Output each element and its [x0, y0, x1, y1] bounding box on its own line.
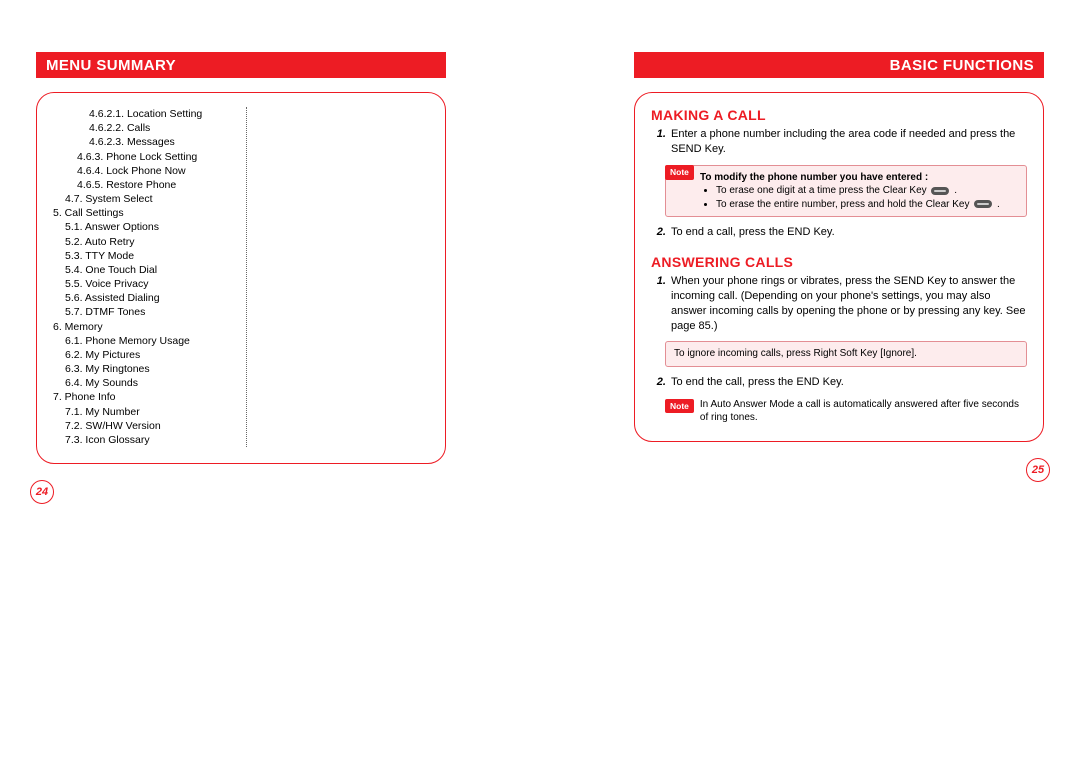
menu-column-1: 4.6.2.1. Location Setting4.6.2.2. Calls4… [53, 107, 247, 447]
section-title-answering-calls: ANSWERING CALLS [651, 254, 1027, 270]
menu-item: 5.4. One Touch Dial [65, 263, 236, 277]
menu-item: 4.6.4. Lock Phone Now [77, 164, 236, 178]
answering-calls-step-2: To end the call, press the END Key. [669, 375, 1027, 390]
menu-item: 4.6.2.2. Calls [89, 121, 236, 135]
menu-item: 4.6.2.3. Messages [89, 135, 236, 149]
menu-item: 4.6.2.1. Location Setting [89, 107, 236, 121]
menu-item: 4.7. System Select [65, 192, 236, 206]
menu-item: 4.6.5. Restore Phone [77, 178, 236, 192]
menu-item: 5.1. Answer Options [65, 220, 236, 234]
menu-item: 7.1. My Number [65, 405, 236, 419]
menu-item: 6. Memory [53, 320, 236, 334]
menu-item: 4.6.3. Phone Lock Setting [77, 150, 236, 164]
note-label: Note [665, 165, 694, 180]
page-header-left-text: MENU SUMMARY [46, 57, 176, 74]
making-a-call-step-1: Enter a phone number including the area … [669, 127, 1027, 157]
menu-item: 6.1. Phone Memory Usage [65, 334, 236, 348]
answering-calls-step-1: When your phone rings or vibrates, press… [669, 274, 1027, 333]
clear-key-icon [931, 187, 949, 195]
menu-item: 7. Phone Info [53, 390, 236, 404]
menu-summary-list: 4.6.2.1. Location Setting4.6.2.2. Calls4… [53, 107, 429, 447]
answering-calls-steps: When your phone rings or vibrates, press… [651, 274, 1027, 333]
menu-item: 5.5. Voice Privacy [65, 277, 236, 291]
page-header-left: MENU SUMMARY [36, 52, 446, 78]
menu-column-2 [247, 107, 430, 447]
page-number-right: 25 [1026, 458, 1050, 482]
note-heading: To modify the phone number you have ente… [700, 172, 928, 183]
menu-item: 6.2. My Pictures [65, 348, 236, 362]
menu-item: 5.6. Assisted Dialing [65, 291, 236, 305]
menu-item: 6.4. My Sounds [65, 376, 236, 390]
menu-item: 5.7. DTMF Tones [65, 305, 236, 319]
note-label: Note [665, 399, 694, 413]
menu-item: 5. Call Settings [53, 206, 236, 220]
note-auto-answer-text: In Auto Answer Mode a call is automatica… [700, 398, 1027, 425]
menu-item: 7.3. Icon Glossary [65, 433, 236, 447]
note-bullet-1: To erase one digit at a time press the C… [716, 184, 1018, 198]
page-header-right: BASIC FUNCTIONS [634, 52, 1044, 78]
menu-item: 5.3. TTY Mode [65, 249, 236, 263]
menu-item: 6.3. My Ringtones [65, 362, 236, 376]
page-body-right: MAKING A CALL Enter a phone number inclu… [634, 92, 1044, 442]
making-a-call-steps: Enter a phone number including the area … [651, 127, 1027, 157]
clear-key-icon [974, 200, 992, 208]
note-ignore-text: To ignore incoming calls, press Right So… [674, 348, 917, 359]
menu-item: 5.2. Auto Retry [65, 235, 236, 249]
manual-page-right: BASIC FUNCTIONS MAKING A CALL Enter a ph… [634, 52, 1044, 442]
making-a-call-steps-cont: To end a call, press the END Key. [651, 225, 1027, 240]
manual-page-left: MENU SUMMARY 4.6.2.1. Location Setting4.… [36, 52, 446, 464]
page-body-left: 4.6.2.1. Location Setting4.6.2.2. Calls4… [36, 92, 446, 464]
note-ignore-call: To ignore incoming calls, press Right So… [665, 341, 1027, 367]
note-bullet-2: To erase the entire number, press and ho… [716, 198, 1018, 212]
answering-calls-steps-cont: To end the call, press the END Key. [651, 375, 1027, 390]
note-modify-number: Note To modify the phone number you have… [665, 165, 1027, 218]
section-title-making-a-call: MAKING A CALL [651, 107, 1027, 123]
page-header-right-text: BASIC FUNCTIONS [890, 57, 1034, 74]
note-auto-answer: Note In Auto Answer Mode a call is autom… [665, 398, 1027, 425]
menu-item: 7.2. SW/HW Version [65, 419, 236, 433]
page-number-left: 24 [30, 480, 54, 504]
making-a-call-step-2: To end a call, press the END Key. [669, 225, 1027, 240]
